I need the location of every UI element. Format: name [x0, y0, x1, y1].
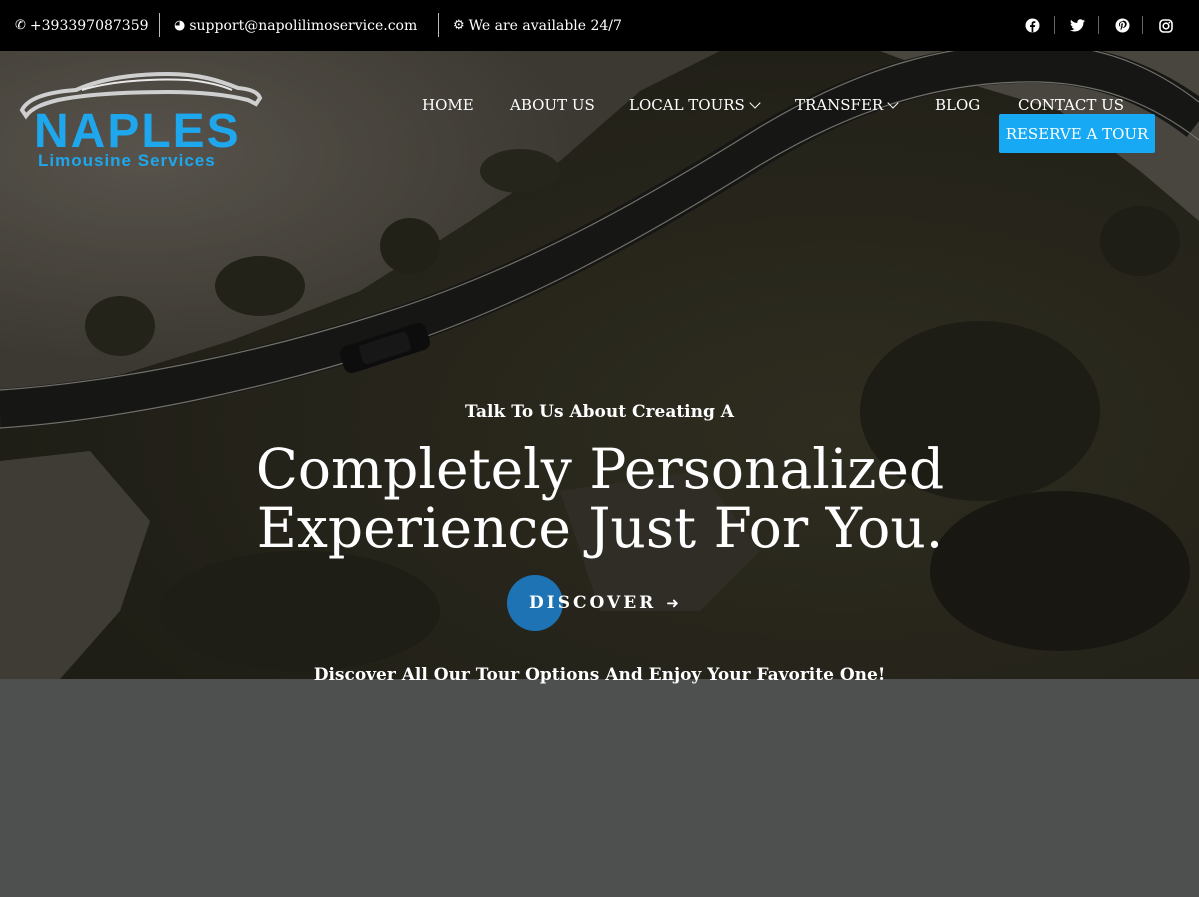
- discover-label: DISCOVER: [529, 593, 657, 613]
- nav-label: ABOUT US: [510, 96, 595, 114]
- discover-label-wrap: DISCOVER ➜: [529, 575, 679, 631]
- twitter-link[interactable]: [1055, 0, 1099, 51]
- reserve-tour-button[interactable]: RESERVE A TOUR: [999, 114, 1155, 153]
- arrow-right-icon: ➜: [666, 594, 679, 612]
- email-address: support@napolilimoservice.com: [189, 17, 418, 34]
- facebook-icon: [1025, 18, 1040, 33]
- instagram-link[interactable]: [1144, 0, 1188, 51]
- email-contact[interactable]: ◕ support@napolilimoservice.com: [174, 0, 417, 51]
- instagram-icon: [1159, 18, 1174, 33]
- nav-label: BLOG: [935, 96, 981, 114]
- divider: [1142, 16, 1143, 34]
- top-bar: ✆ +393397087359 ◕ support@napolilimoserv…: [0, 0, 1199, 51]
- site-logo[interactable]: Naples Limousine Services: [18, 70, 263, 170]
- availability-text: We are available 24/7: [468, 17, 622, 34]
- globe-icon: ◕: [174, 18, 186, 33]
- headline-line: Experience Just For You.: [256, 496, 944, 560]
- divider: [1098, 16, 1099, 34]
- discover-button[interactable]: DISCOVER ➜: [507, 575, 679, 631]
- nav-label: TRANSFER: [795, 96, 884, 114]
- chevron-down-icon: [749, 96, 761, 109]
- nav-transfer[interactable]: TRANSFER: [795, 93, 899, 117]
- logo-subtitle: Limousine Services: [38, 151, 216, 170]
- hero-tagline: Discover All Our Tour Options And Enjoy …: [313, 665, 886, 685]
- nav-blog[interactable]: BLOG: [935, 93, 980, 117]
- twitter-icon: [1069, 18, 1085, 33]
- nav-local-tours[interactable]: LOCAL TOURS: [629, 93, 761, 117]
- hero-kicker: Talk To Us About Creating A: [465, 402, 734, 422]
- nav-label: LOCAL TOURS: [629, 96, 745, 114]
- logo-name: Naples: [34, 105, 241, 158]
- nav-about-us[interactable]: ABOUT US: [510, 93, 595, 117]
- availability-info: ⚙ We are available 24/7: [453, 0, 622, 51]
- nav-home[interactable]: HOME: [422, 93, 474, 117]
- phone-contact[interactable]: ✆ +393397087359: [15, 0, 149, 51]
- nav-label: CONTACT US: [1018, 96, 1125, 114]
- facebook-link[interactable]: [1010, 0, 1054, 51]
- chevron-down-icon: [887, 96, 899, 109]
- hero-headline: Completely Personalized Experience Just …: [200, 440, 1000, 558]
- phone-number: +393397087359: [29, 17, 149, 34]
- nav-label: HOME: [422, 96, 474, 114]
- divider: [438, 13, 439, 37]
- pinterest-link[interactable]: [1100, 0, 1144, 51]
- headline-line: Completely Personalized: [255, 437, 945, 501]
- phone-icon: ✆: [15, 18, 26, 33]
- divider: [159, 13, 160, 37]
- gear-icon: ⚙: [453, 18, 465, 33]
- pinterest-icon: [1115, 18, 1130, 33]
